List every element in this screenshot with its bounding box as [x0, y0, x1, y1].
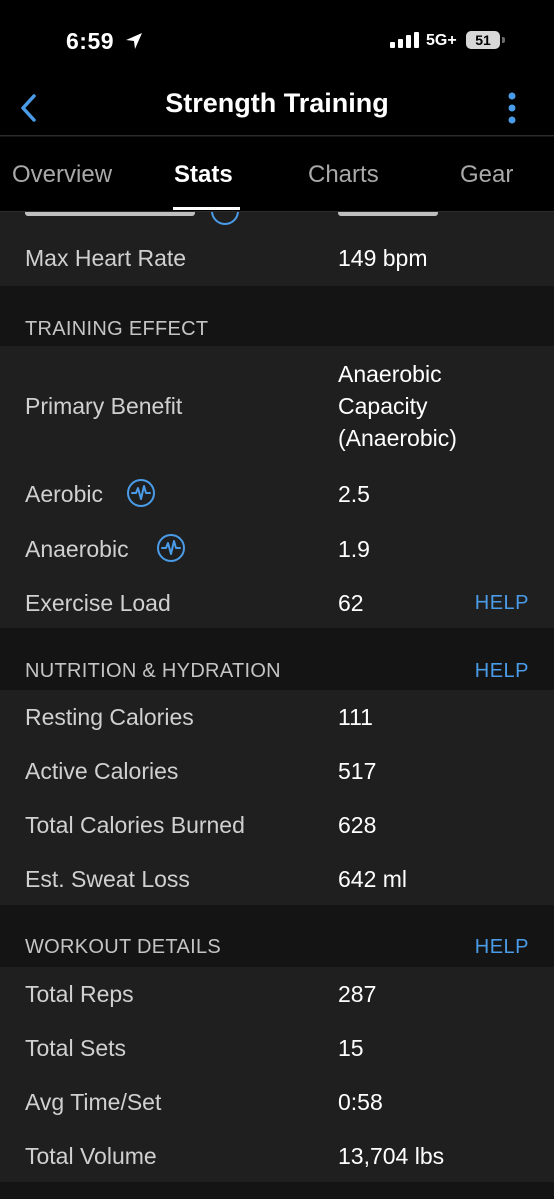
- aerobic-label: Aerobic: [25, 481, 103, 507]
- primary-benefit-label: Primary Benefit: [25, 393, 183, 419]
- tab-overview[interactable]: Overview: [12, 161, 112, 189]
- status-time: 6:59: [66, 28, 115, 54]
- active-tab-indicator: [173, 207, 240, 210]
- exercise-load-value: 62: [338, 590, 364, 616]
- workout-help-link[interactable]: HELP: [475, 936, 529, 959]
- list-item: Active Calories 517: [0, 744, 554, 798]
- heart-rate-block: Max Heart Rate 149 bpm: [0, 212, 554, 286]
- primary-benefit-value: Anaerobic Capacity (Anaerobic): [338, 361, 457, 451]
- training-effect-block: Primary Benefit Anaerobic Capacity (Anae…: [0, 346, 554, 628]
- training-effect-info-icon[interactable]: [156, 533, 186, 563]
- nav-bar: Strength Training: [0, 80, 554, 136]
- more-vertical-icon[interactable]: [498, 86, 526, 130]
- total-reps-value: 287: [338, 981, 377, 1007]
- aerobic-value: 2.5: [338, 481, 370, 507]
- active-calories-value: 517: [338, 758, 377, 784]
- training-effect-header: TRAINING EFFECT: [0, 286, 554, 346]
- avg-time-value: 0:58: [338, 1089, 383, 1115]
- nutrition-title: NUTRITION & HYDRATION: [25, 660, 281, 682]
- sweat-loss-label: Est. Sweat Loss: [25, 866, 190, 892]
- total-reps-label: Total Reps: [25, 981, 134, 1007]
- max-heart-rate-row: Max Heart Rate 149 bpm: [0, 212, 554, 286]
- list-item: Total Sets 15: [0, 1021, 554, 1075]
- total-sets-value: 15: [338, 1035, 364, 1061]
- exercise-load-help-link[interactable]: HELP: [475, 592, 529, 615]
- battery-level: 51: [475, 32, 491, 48]
- battery-icon: 51: [466, 31, 500, 49]
- total-calories-value: 628: [338, 812, 377, 838]
- resting-calories-label: Resting Calories: [25, 704, 194, 730]
- nutrition-header: NUTRITION & HYDRATION HELP: [0, 628, 554, 690]
- tab-charts[interactable]: Charts: [308, 161, 379, 189]
- aerobic-row: Aerobic 2.5: [0, 476, 554, 530]
- anaerobic-row: Anaerobic 1.9: [0, 531, 554, 585]
- training-effect-title: TRAINING EFFECT: [25, 318, 209, 340]
- resting-calories-value: 111: [338, 704, 373, 730]
- max-heart-rate-value: 149 bpm: [338, 245, 428, 271]
- workout-block: Total Reps 287 Total Sets 15 Avg Time/Se…: [0, 967, 554, 1182]
- tab-stats[interactable]: Stats: [174, 161, 233, 189]
- list-item: Total Reps 287: [0, 967, 554, 1021]
- battery-nub: [502, 37, 505, 43]
- list-item: Est. Sweat Loss 642 ml: [0, 852, 554, 905]
- status-bar: 6:59 5G+ 51: [0, 0, 554, 80]
- tab-gear[interactable]: Gear: [460, 161, 513, 189]
- page-title: Strength Training: [165, 88, 389, 118]
- exercise-load-row: Exercise Load 62 HELP: [0, 586, 554, 628]
- total-calories-label: Total Calories Burned: [25, 812, 245, 838]
- workout-title: WORKOUT DETAILS: [25, 936, 222, 958]
- avg-time-label: Avg Time/Set: [25, 1089, 162, 1115]
- network-type: 5G+: [426, 32, 457, 49]
- total-sets-label: Total Sets: [25, 1035, 126, 1061]
- exercise-load-label: Exercise Load: [25, 590, 171, 616]
- location-arrow-icon: [126, 33, 142, 49]
- max-heart-rate-label: Max Heart Rate: [25, 245, 187, 271]
- primary-benefit-row: Primary Benefit Anaerobic Capacity (Anae…: [0, 346, 554, 464]
- list-item: Total Volume 13,704 lbs: [0, 1129, 554, 1182]
- nutrition-help-link[interactable]: HELP: [475, 660, 529, 683]
- active-calories-label: Active Calories: [25, 758, 179, 784]
- list-item: Total Calories Burned 628: [0, 798, 554, 852]
- list-item: Avg Time/Set 0:58: [0, 1075, 554, 1129]
- workout-header: WORKOUT DETAILS HELP: [0, 905, 554, 967]
- anaerobic-value: 1.9: [338, 536, 370, 562]
- sweat-loss-value: 642 ml: [338, 866, 408, 892]
- training-effect-info-icon[interactable]: [126, 478, 156, 508]
- signal-icon: [390, 32, 419, 48]
- nutrition-block: Resting Calories 111 Active Calories 517…: [0, 690, 554, 905]
- tab-bar: Overview Stats Charts Gear: [0, 137, 554, 212]
- total-volume-label: Total Volume: [25, 1143, 157, 1169]
- list-item: Resting Calories 111: [0, 690, 554, 744]
- anaerobic-label: Anaerobic: [25, 536, 129, 562]
- stats-content[interactable]: Max Heart Rate 149 bpm TRAINING EFFECT P…: [0, 212, 554, 1199]
- total-volume-value: 13,704 lbs: [338, 1143, 445, 1169]
